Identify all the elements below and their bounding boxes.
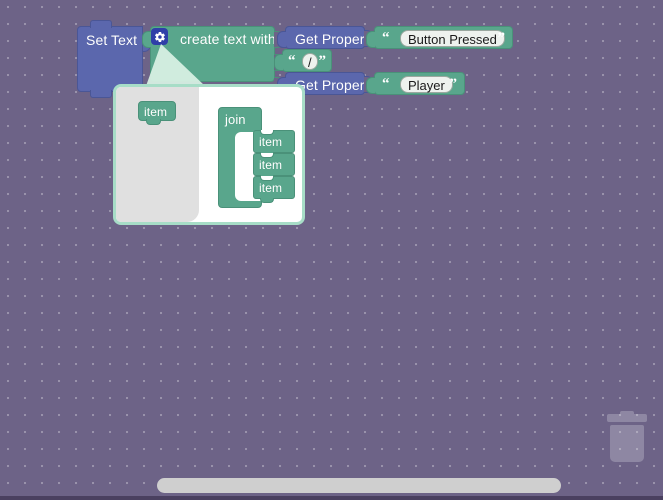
- trash-can-lid: [607, 414, 647, 422]
- mutator-item-block-2[interactable]: item: [253, 153, 295, 180]
- text-player-plug: [366, 77, 375, 94]
- flyout-block-item-label: item: [144, 105, 168, 119]
- workspace-bottom-edge: [0, 496, 663, 500]
- flyout-item-bottom-notch: [146, 119, 161, 125]
- horizontal-scrollbar-thumb[interactable]: [157, 478, 561, 493]
- quote-open-icon: “: [382, 30, 390, 46]
- block-set-text-label: Set Text: [86, 32, 138, 48]
- create-text-output-plug: [142, 31, 151, 48]
- text-field-button-pressed[interactable]: Button Pressed: [400, 30, 505, 47]
- trash-can-body: [610, 425, 644, 462]
- block-get-property-1[interactable]: Get Property: [277, 26, 375, 49]
- block-create-text-with[interactable]: create text with: [142, 26, 283, 94]
- mutator-item-block-2-label: item: [259, 158, 283, 172]
- quote-open-icon: “: [288, 53, 296, 69]
- block-text-player[interactable]: “ Player ”: [366, 72, 465, 95]
- block-set-text[interactable]: Set Text: [77, 20, 151, 98]
- mutator-item-block-3-label: item: [259, 181, 283, 195]
- trash-can-icon[interactable]: [607, 411, 647, 462]
- mutator-item-block-1[interactable]: item: [253, 130, 295, 157]
- block-create-text-with-label: create text with: [180, 31, 276, 47]
- blockly-workspace[interactable]: Set Text create text with Get Property “…: [0, 0, 663, 500]
- text-slash-plug: [274, 54, 283, 71]
- gear-icon[interactable]: [151, 28, 168, 45]
- set-text-bottom-notch: [90, 90, 112, 98]
- text-field-slash[interactable]: /: [302, 53, 318, 70]
- block-text-slash[interactable]: “ / ”: [274, 49, 332, 72]
- quote-close-icon: ”: [449, 76, 458, 92]
- mutator-item-block-1-label: item: [259, 135, 283, 149]
- flyout-block-item[interactable]: item: [138, 101, 176, 125]
- mutator-bubble[interactable]: item join item item item: [113, 84, 305, 225]
- quote-close-icon: ”: [497, 30, 506, 46]
- get-property-1-plug: [277, 31, 286, 48]
- quote-close-icon: ”: [318, 53, 327, 69]
- quote-open-icon: “: [382, 76, 390, 92]
- mutator-item-block-3[interactable]: item: [253, 176, 295, 203]
- horizontal-scrollbar-track[interactable]: [0, 478, 663, 494]
- mutator-flyout[interactable]: item: [116, 87, 199, 222]
- block-text-button-pressed[interactable]: “ Button Pressed ”: [366, 26, 513, 49]
- set-text-top-notch: [90, 20, 112, 28]
- item-3-bottom-notch: [260, 198, 274, 203]
- text-field-player[interactable]: Player: [400, 76, 453, 93]
- text-button-pressed-plug: [366, 31, 375, 48]
- mutator-container-join-label: join: [225, 112, 246, 127]
